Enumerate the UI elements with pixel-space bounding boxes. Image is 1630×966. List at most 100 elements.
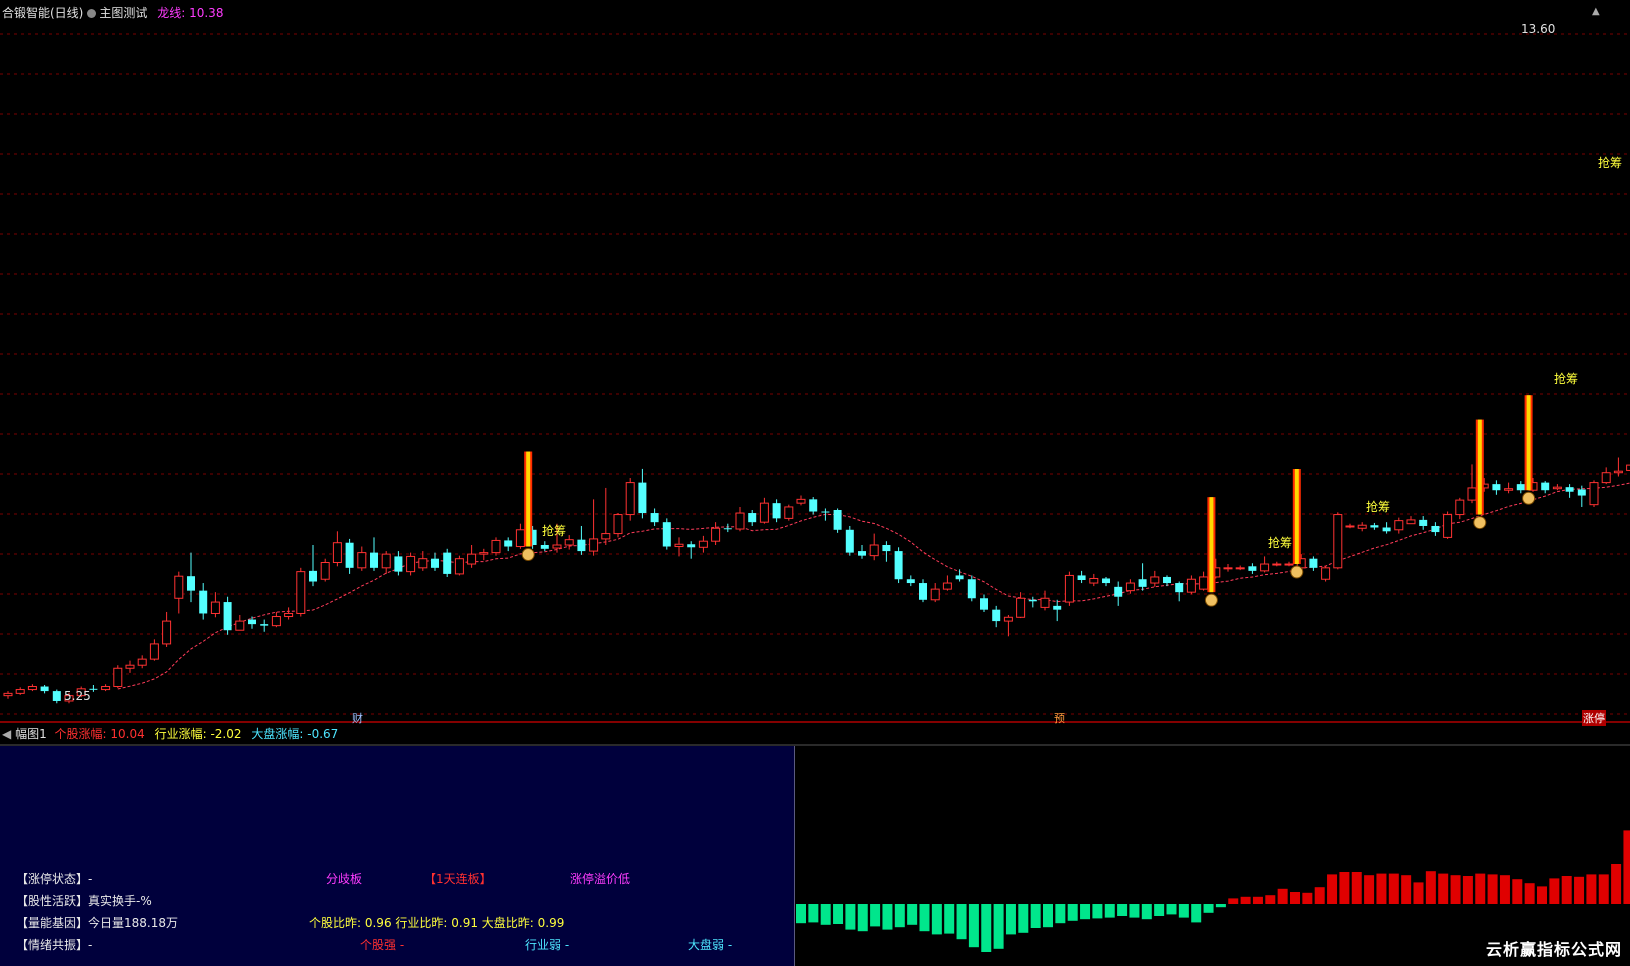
- candle-body: [784, 506, 794, 519]
- histogram-bar: [1055, 904, 1066, 924]
- candle-body: [1565, 487, 1574, 492]
- sub-toggle-icon[interactable]: ◀: [2, 727, 11, 741]
- histogram-bar: [1018, 904, 1029, 933]
- histogram-bar: [1598, 874, 1609, 904]
- candle-body: [1125, 582, 1135, 592]
- candle-body: [1370, 525, 1379, 528]
- histogram-bar: [1005, 904, 1016, 935]
- candle-body: [149, 643, 159, 660]
- candle-body: [370, 552, 378, 568]
- candle-body: [1016, 597, 1026, 618]
- candle-body: [650, 513, 659, 523]
- candle-body: [1260, 563, 1270, 572]
- gear-icon[interactable]: [87, 9, 97, 18]
- industry-strength: 行业弱 -: [525, 938, 570, 952]
- candle-body: [504, 540, 513, 547]
- histogram-bar: [1425, 871, 1436, 904]
- candle-body: [357, 552, 367, 569]
- candle-body: [394, 556, 403, 572]
- candle-body: [1102, 578, 1110, 584]
- candle-body: [1114, 586, 1123, 597]
- stock-title[interactable]: 合锻智能(日线): [2, 6, 83, 20]
- candle-body: [930, 588, 940, 601]
- candle-body: [577, 539, 586, 552]
- candle-body: [748, 513, 757, 523]
- money-bag-icon: [521, 548, 535, 562]
- candle-body: [1419, 519, 1428, 526]
- market-change-label: 大盘涨幅:: [251, 727, 304, 741]
- histogram-bar: [956, 904, 967, 940]
- histogram-bar: [845, 904, 856, 930]
- candle-body: [1443, 514, 1453, 538]
- tag-limit-up[interactable]: 涨停: [1582, 710, 1606, 726]
- candle-body: [248, 619, 256, 625]
- sub-title[interactable]: 幅图1: [15, 727, 47, 741]
- candle-body: [552, 544, 562, 549]
- histogram: [796, 830, 1630, 952]
- candle-body: [406, 555, 416, 573]
- consecutive-board: 【1天连板】: [424, 872, 492, 886]
- candle-body: [381, 553, 391, 569]
- histogram-bar: [1512, 879, 1523, 904]
- histogram-bar: [993, 904, 1004, 949]
- histogram-bar: [870, 904, 881, 927]
- candle-body: [27, 686, 37, 691]
- histogram-bar: [1030, 904, 1041, 928]
- volume-row: 【量能基因】今日量188.18万: [16, 916, 178, 930]
- collapse-icon[interactable]: ▲: [1592, 6, 1600, 17]
- candle-body: [3, 692, 13, 697]
- candle-body: [1064, 574, 1074, 603]
- market-change-value: -0.67: [307, 727, 339, 741]
- candle-body: [113, 667, 123, 688]
- stock-strength: 个股强 -: [360, 938, 405, 952]
- candle-body: [1589, 482, 1599, 506]
- candle-body: [809, 499, 818, 512]
- histogram-bar: [1302, 892, 1313, 904]
- histogram-bar: [857, 904, 868, 932]
- histogram-bar: [808, 904, 819, 923]
- candle-body: [1406, 519, 1416, 525]
- tag-forecast[interactable]: 预: [1054, 710, 1065, 726]
- histogram-bar: [1067, 904, 1078, 921]
- candle-body: [479, 552, 489, 555]
- histogram-bar: [1277, 888, 1288, 904]
- candle-body: [296, 571, 306, 614]
- candle-body: [1089, 577, 1099, 584]
- premium-status: 涨停溢价低: [570, 872, 631, 886]
- candle-body: [1455, 499, 1465, 516]
- candle-body: [1053, 605, 1062, 610]
- candle-body: [235, 620, 245, 631]
- candle-body: [1492, 484, 1501, 491]
- tag-finance[interactable]: 财: [352, 710, 363, 726]
- histogram-bar: [1586, 874, 1597, 904]
- candle-body: [1163, 576, 1171, 584]
- histogram-bar: [1611, 864, 1622, 904]
- histogram-bar: [1413, 882, 1424, 904]
- divergence-board: 分歧板: [326, 872, 363, 886]
- candle-body: [1345, 525, 1355, 528]
- indicator-name[interactable]: 主图测试: [99, 6, 147, 20]
- histogram-bar: [1129, 904, 1140, 918]
- histogram-bar: [1351, 872, 1362, 904]
- signal-stripe: [1526, 395, 1531, 491]
- histogram-bar: [1166, 904, 1177, 915]
- candle-body: [723, 528, 732, 530]
- candle-body: [1028, 599, 1037, 602]
- candle-body: [1333, 514, 1343, 569]
- candle-body: [1175, 583, 1184, 593]
- histogram-bar: [1537, 886, 1547, 904]
- histogram-bar: [1487, 874, 1498, 904]
- signal-label-5: 抢筹: [1598, 156, 1623, 170]
- histogram-bar: [1499, 875, 1510, 904]
- signal-stripe: [526, 451, 531, 547]
- candle-body: [1223, 567, 1233, 570]
- candle-body: [52, 691, 61, 701]
- candle-body: [1321, 567, 1331, 580]
- histogram-bar: [1388, 873, 1399, 904]
- candle-body: [869, 544, 879, 557]
- candle-body: [332, 542, 342, 564]
- candle-body: [967, 579, 976, 599]
- candle-body: [1431, 525, 1440, 533]
- candle-body: [992, 609, 1001, 622]
- candle-body: [1309, 558, 1318, 568]
